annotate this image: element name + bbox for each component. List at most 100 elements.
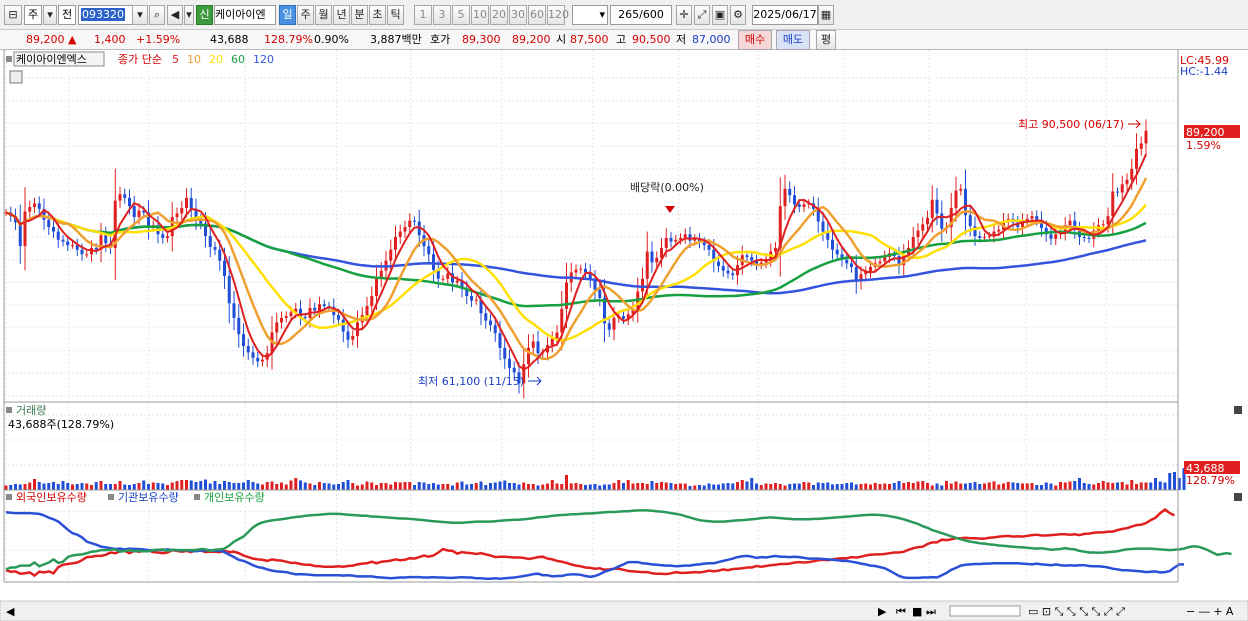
minute-tab-1[interactable]: 3 (433, 5, 451, 25)
range-slider[interactable] (949, 605, 1021, 617)
date-field[interactable]: 2025/06/17 (752, 5, 818, 25)
grid-toggle-icon[interactable] (9, 70, 23, 84)
period-tab-1[interactable]: 주 (297, 5, 314, 25)
volume-bar (660, 482, 663, 490)
candle-body (978, 236, 982, 238)
period-button[interactable]: 주 (24, 5, 42, 25)
volume-bar (128, 485, 131, 490)
volume-bar (878, 484, 882, 490)
volume-bar (831, 484, 834, 490)
period-tab-5[interactable]: 초 (369, 5, 386, 25)
zoom-tool-icon[interactable]: ⤢ (694, 5, 710, 25)
candle-body (641, 278, 644, 292)
volume-bar (574, 483, 578, 490)
candle-body (213, 246, 217, 250)
candle-body (104, 235, 108, 244)
volume-bar (778, 484, 782, 490)
period-tab-2[interactable]: 월 (315, 5, 332, 25)
minute-tab-4[interactable]: 20 (490, 5, 508, 25)
volume-bar (812, 485, 815, 490)
volume-bar (987, 482, 991, 490)
volume-bar (1025, 483, 1029, 490)
volume-bar (726, 483, 730, 490)
minute-tab-6[interactable]: 60 (528, 5, 546, 25)
period-tab-6[interactable]: 틱 (387, 5, 404, 25)
up-arrow-icon: ▲ (68, 33, 77, 46)
volume-bars (4, 468, 1186, 490)
zoom-controls-icon[interactable]: − ― + A (1186, 605, 1234, 618)
volume-bar (536, 485, 540, 490)
candle-body (484, 313, 488, 321)
prev-button[interactable]: 전 (58, 5, 76, 25)
volume-bar (1073, 481, 1077, 490)
candle-body (788, 188, 792, 196)
candle-body (341, 319, 345, 332)
stop-icon[interactable]: ■ (912, 605, 922, 618)
candle-body (726, 270, 730, 274)
save-icon[interactable]: ▣ (712, 5, 728, 25)
scroll-left-icon[interactable]: ◀ (6, 605, 15, 618)
volume-bar (185, 480, 188, 490)
volume-bar (702, 485, 706, 490)
candle-body (1116, 191, 1119, 193)
volume-bar (1154, 478, 1157, 490)
chevron-down-icon[interactable]: ▾ (43, 5, 57, 25)
candle-body (322, 304, 326, 307)
volume-bar (1130, 480, 1134, 490)
volume-bar (175, 481, 179, 490)
candle-body (622, 316, 625, 319)
candle-body (498, 333, 502, 348)
volume-close-icon[interactable] (1234, 406, 1242, 414)
legend-ma-10: 10 (187, 53, 201, 66)
scroll-right-icon[interactable]: ▶ (878, 605, 887, 618)
minute-tab-3[interactable]: 10 (471, 5, 489, 25)
period-tab-3[interactable]: 년 (333, 5, 350, 25)
candle-body (1082, 237, 1086, 238)
volume-bar (1139, 482, 1143, 490)
eval-button[interactable]: 평 (816, 30, 836, 50)
speaker-dropdown-icon[interactable]: ▾ (184, 5, 194, 25)
count-field[interactable]: 265/600 (610, 5, 672, 25)
code-dropdown-icon[interactable]: ▾ (132, 5, 148, 25)
volume-bar (327, 483, 331, 490)
candle-body (394, 237, 397, 250)
calendar-icon[interactable]: ▦ (818, 5, 834, 25)
period-tab-4[interactable]: 분 (351, 5, 368, 25)
period-tab-0[interactable]: 일 (279, 5, 296, 25)
search-icon[interactable]: ⌕ (149, 5, 165, 25)
stock-chart[interactable]: 케이아이엔엑스 종가 단순 5 10 20 60 120 LC:45.99 HC:-1.… (0, 50, 1248, 621)
layout-icon[interactable]: ⊟ (4, 5, 22, 25)
interval-select[interactable]: ▾ (572, 5, 608, 25)
minute-tab-2[interactable]: 5 (452, 5, 470, 25)
volume-bar (664, 482, 668, 490)
new-badge[interactable]: 신 (196, 5, 213, 25)
minute-tab-5[interactable]: 30 (509, 5, 527, 25)
sell-button[interactable]: 매도 (776, 30, 810, 50)
speaker-icon[interactable]: ◀ (167, 5, 183, 25)
foreign-holdings-line (5, 508, 1176, 578)
volume-bar (1016, 483, 1020, 490)
volume-bar (365, 481, 369, 490)
holdings-close-icon[interactable] (1234, 493, 1242, 501)
rewind-icon[interactable]: ⏮ (896, 605, 906, 618)
volume-bar (845, 483, 849, 490)
volume-bar (636, 483, 640, 490)
volume-bar (71, 484, 74, 490)
buy-button[interactable]: 매수 (738, 30, 772, 50)
minute-tab-7[interactable]: 120 (547, 5, 569, 25)
forward-icon[interactable]: ⏭ (926, 605, 936, 618)
volume-bar (446, 484, 450, 490)
volume-bar (42, 483, 46, 490)
gear-icon[interactable]: ⚙ (730, 5, 746, 25)
candle-body (745, 255, 749, 257)
minute-tab-0[interactable]: 1 (414, 5, 432, 25)
chart-grid (4, 50, 1178, 582)
volume-bar (261, 484, 264, 490)
crosshair-icon[interactable]: ✛ (676, 5, 692, 25)
volume-bar (864, 483, 868, 490)
candle-body (351, 336, 355, 340)
open-price: 87,500 (570, 33, 609, 46)
tool-icons[interactable]: ▭ ⊡ ⤡ ⤡ ⤡ ⤡ ⤢ ⤢ (1028, 605, 1125, 618)
volume-bar (432, 483, 435, 490)
volume-bar (1054, 485, 1058, 490)
